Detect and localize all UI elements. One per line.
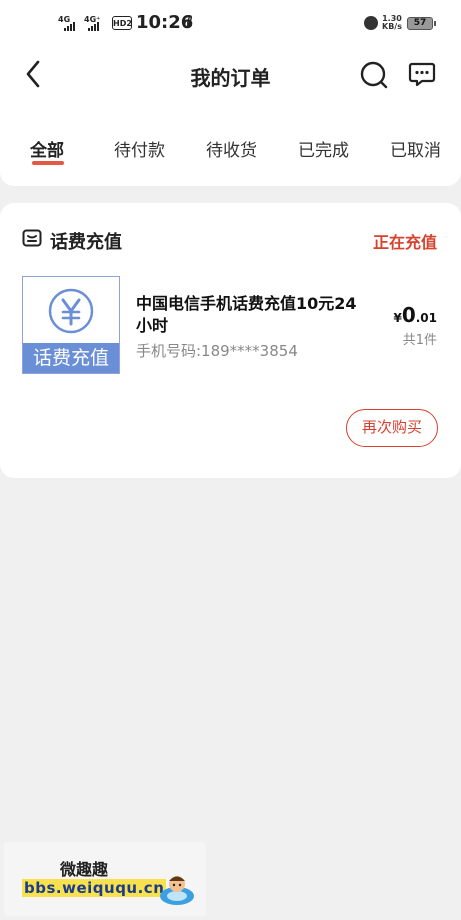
price-symbol: ¥ <box>393 311 402 325</box>
alarm-icon <box>364 16 378 30</box>
price-decimal: .01 <box>415 311 437 325</box>
thumbnail-band-text: 话费充值 <box>23 343 119 373</box>
product-name[interactable]: 中国电信手机话费充值10元24小时 <box>136 293 368 337</box>
carrier-icon: ℓ <box>186 13 194 31</box>
page-title: 我的订单 <box>190 66 271 90</box>
status-bar: 4G 4G⁺ HD2 10:26 ℓ 1.30 KB/s 57 <box>0 12 461 38</box>
tab-all[interactable]: 全部 <box>30 136 64 161</box>
battery-icon: 57 <box>407 17 436 30</box>
signal-bars-1-icon <box>64 22 75 31</box>
order-price: ¥0.01 <box>393 303 437 327</box>
tab-cancelled[interactable]: 已取消 <box>390 136 441 161</box>
signal-bars-2-icon <box>88 22 99 31</box>
yuan-coin-icon <box>48 288 94 334</box>
order-type-label: 话费充值 <box>50 232 122 253</box>
speed-unit: KB/s <box>382 22 402 31</box>
network-speed: 1.30 KB/s <box>382 15 402 31</box>
hd-voice-icon: HD2 <box>112 16 132 30</box>
watermark-title: 微趣趣 <box>60 860 109 879</box>
watermark-url: bbs.weiququ.cn <box>22 879 167 897</box>
search-icon[interactable] <box>360 61 388 89</box>
status-time: 10:26 <box>136 12 194 33</box>
item-quantity: 共1件 <box>402 333 437 348</box>
mascot-icon <box>160 876 194 905</box>
recharge-icon <box>22 229 42 247</box>
price-integer: 0 <box>401 303 416 327</box>
rebuy-button[interactable]: 再次购买 <box>346 409 438 447</box>
tab-pending-payment[interactable]: 待付款 <box>114 136 165 161</box>
chat-bubble-icon[interactable] <box>408 60 436 88</box>
tab-pending-receipt[interactable]: 待收货 <box>206 136 257 161</box>
phone-number: 手机号码:189****3854 <box>136 342 298 360</box>
order-status: 正在充值 <box>372 233 437 252</box>
active-tab-indicator <box>32 161 64 165</box>
watermark: 微趣趣 bbs.weiququ.cn <box>4 842 206 916</box>
tab-completed[interactable]: 已完成 <box>298 136 349 161</box>
product-thumbnail[interactable]: 话费充值 <box>22 276 120 374</box>
